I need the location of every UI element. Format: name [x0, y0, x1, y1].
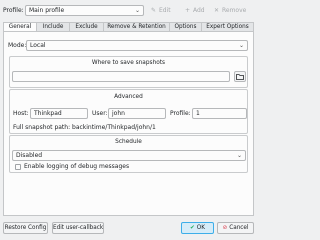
user-input[interactable]: john [108, 108, 166, 119]
advanced-group: Advanced Host: Thinkpad User: john Profi… [9, 89, 248, 134]
pencil-icon: ✎ [150, 7, 157, 14]
user-label: User: [92, 110, 108, 117]
folder-icon [236, 74, 244, 80]
edit-button[interactable]: ✎ Edit [150, 5, 171, 16]
remove-button-label: Remove [222, 7, 247, 14]
restore-config-button[interactable]: Restore Config [3, 222, 48, 234]
mode-select-value: Local [30, 42, 46, 49]
debug-log-label: Enable logging of debug messages [24, 163, 130, 170]
add-button[interactable]: + Add [184, 5, 205, 16]
edit-button-label: Edit [159, 7, 171, 14]
profile-label: Profile: [3, 7, 24, 14]
schedule-select[interactable]: Disabled ⌄ [12, 150, 246, 161]
chevron-down-icon: ⌄ [238, 42, 244, 49]
mode-select[interactable]: Local ⌄ [26, 40, 248, 51]
general-panel: Mode: Local ⌄ Where to save snapshots Ad… [3, 31, 254, 216]
schedule-select-value: Disabled [16, 152, 43, 159]
snapshot-path-input[interactable] [12, 71, 230, 82]
profile-id-label: Profile: [170, 110, 191, 117]
cancel-button[interactable]: ⊘ Cancel [217, 222, 254, 234]
profile-id-input[interactable]: 1 [192, 108, 247, 119]
full-snapshot-path: Full snapshot path: backintime/Thinkpad/… [13, 124, 156, 131]
schedule-group-title: Schedule [115, 139, 142, 145]
ok-button-label: OK [196, 225, 205, 231]
plus-icon: + [184, 7, 191, 14]
add-button-label: Add [193, 7, 205, 14]
cancel-button-label: Cancel [229, 225, 249, 231]
advanced-group-title: Advanced [114, 94, 143, 100]
profile-select-value: Main profile [29, 7, 65, 14]
profile-select[interactable]: Main profile ⌄ [25, 5, 144, 16]
chevron-down-icon: ⌄ [236, 152, 242, 159]
check-circle-icon: ✔ [190, 225, 195, 231]
ok-button[interactable]: ✔ OK [181, 222, 214, 234]
snapshots-location-group: Where to save snapshots [9, 56, 248, 88]
schedule-group: Schedule Disabled ⌄ Enable logging of de… [9, 135, 248, 173]
cancel-circle-icon: ⊘ [222, 225, 228, 231]
chevron-down-icon: ⌄ [134, 7, 140, 14]
snapshots-group-title: Where to save snapshots [91, 60, 166, 66]
browse-folder-button[interactable] [234, 71, 246, 82]
host-input[interactable]: Thinkpad [30, 108, 88, 119]
close-icon: ✕ [213, 7, 220, 14]
host-label: Host: [13, 110, 29, 117]
debug-log-checkbox[interactable] [15, 164, 21, 170]
mode-label: Mode: [8, 42, 27, 49]
remove-button[interactable]: ✕ Remove [213, 5, 246, 16]
edit-user-callback-button[interactable]: Edit user-callback [52, 222, 104, 234]
